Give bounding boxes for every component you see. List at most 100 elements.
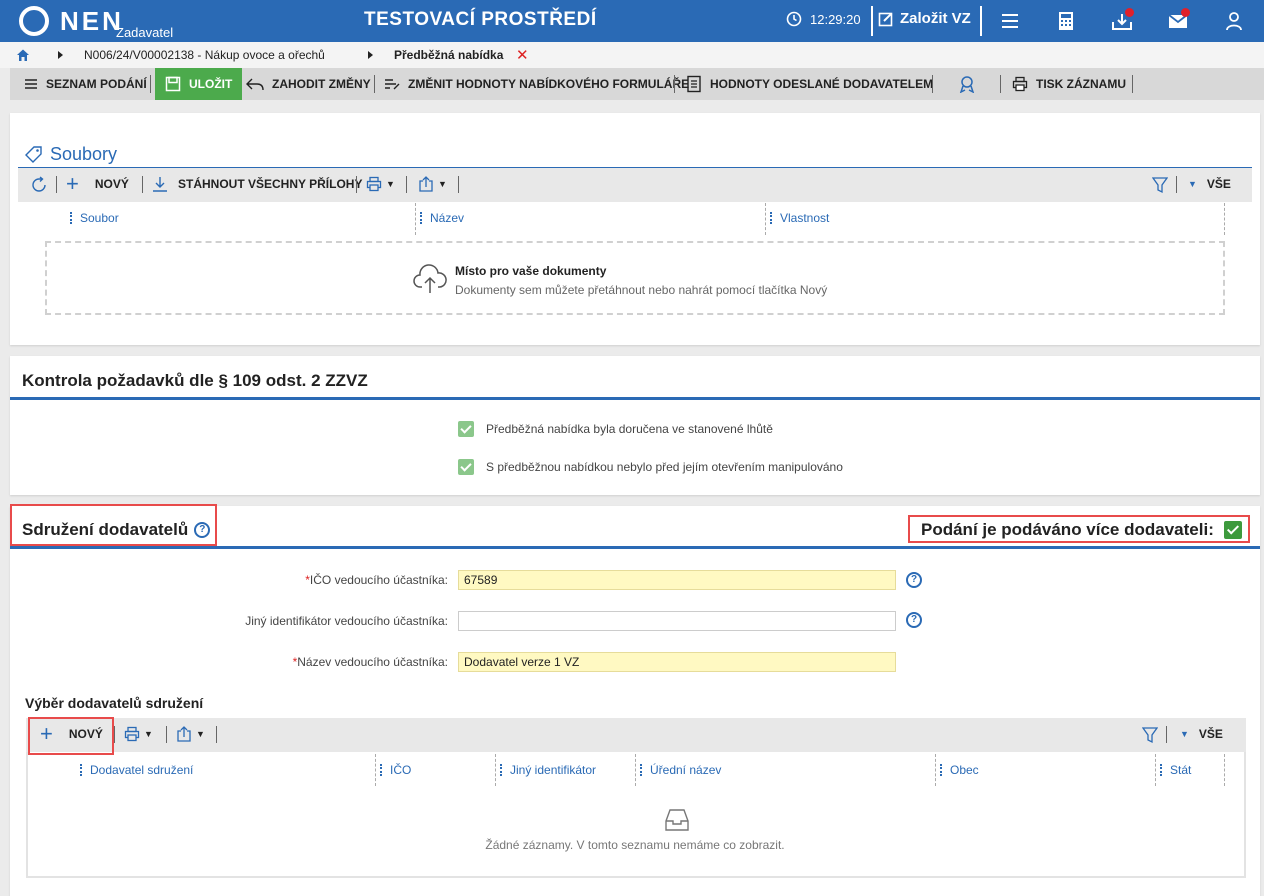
- divider: [980, 6, 982, 36]
- divider: [674, 75, 675, 93]
- column-header-vlastnost[interactable]: Vlastnost: [770, 211, 829, 225]
- supplier-selection-title: Výběr dodavatelů sdružení: [25, 695, 204, 711]
- files-title-text: Soubory: [50, 144, 118, 164]
- breadcrumb-current: Předběžná nabídka: [394, 48, 504, 62]
- export-icon: [419, 176, 433, 192]
- home-icon[interactable]: [16, 48, 30, 62]
- requirements-check-title: Kontrola požadavků dle § 109 odst. 2 ZZV…: [22, 371, 368, 390]
- print-record-button[interactable]: TISK ZÁZNAMU: [1012, 68, 1126, 100]
- column-menu-icon[interactable]: [770, 212, 772, 224]
- column-header-nazev[interactable]: Název: [420, 211, 464, 225]
- calculator-icon[interactable]: [1054, 9, 1078, 33]
- notification-dot: [1125, 8, 1134, 17]
- leader-name-input[interactable]: [458, 652, 896, 672]
- column-divider: [765, 203, 766, 235]
- multiple-suppliers-toggle[interactable]: Podání je podáváno více dodavateli:: [921, 520, 1242, 540]
- divider: [1132, 75, 1133, 93]
- help-icon[interactable]: ?: [906, 572, 922, 588]
- logo-text: NEN: [60, 6, 124, 36]
- files-filter-all-label: VŠE: [1206, 177, 1231, 191]
- divider: [374, 75, 375, 93]
- checkbox-checked-icon: [458, 459, 474, 475]
- plus-icon: +: [66, 171, 79, 196]
- help-icon[interactable]: ?: [194, 522, 211, 538]
- multiple-suppliers-label: Podání je podáváno více dodavateli:: [921, 520, 1214, 539]
- print-icon: [124, 726, 140, 742]
- supplier-sent-values-button[interactable]: HODNOTY ODESLANÉ DODAVATELEM: [686, 68, 933, 100]
- column-menu-icon[interactable]: [420, 212, 422, 224]
- list-icon: [25, 79, 37, 89]
- notification-dot: [1181, 8, 1190, 17]
- column-header-label: Název: [430, 211, 465, 225]
- divider: [216, 726, 217, 743]
- divider: [406, 176, 407, 193]
- menu-icon[interactable]: [998, 9, 1022, 33]
- supplier-export-menu[interactable]: ▼: [176, 718, 205, 750]
- supplier-print-menu[interactable]: ▼: [124, 718, 153, 750]
- save-button[interactable]: ULOŽIT: [155, 68, 243, 100]
- divider: [458, 176, 459, 193]
- action-toolbar: SEZNAM PODÁNÍ ULOŽIT ZAHODIT ZMĚNY ZMĚNI…: [10, 68, 1264, 100]
- leader-ico-input[interactable]: [458, 570, 896, 590]
- clock-time: 12:29:20: [810, 11, 861, 27]
- column-header-soubor[interactable]: Soubor: [70, 211, 119, 225]
- clock-icon: [786, 11, 802, 27]
- award-button[interactable]: [958, 68, 976, 100]
- filter-icon[interactable]: [1142, 726, 1158, 744]
- divider: [150, 75, 151, 93]
- supplier-filter-all[interactable]: ▼ VŠE: [1180, 718, 1223, 750]
- list-edit-icon: [385, 79, 400, 90]
- supplier-sent-values-label: HODNOTY ODESLANÉ DODAVATELEM: [710, 77, 934, 91]
- multiple-suppliers-checkbox[interactable]: [1223, 521, 1242, 539]
- create-vz-label: Založit VZ: [900, 10, 971, 27]
- create-vz-button[interactable]: Založit VZ: [878, 10, 971, 27]
- divider: [166, 726, 167, 743]
- caret-down-icon: ▼: [144, 729, 153, 739]
- list-submissions-button[interactable]: SEZNAM PODÁNÍ: [24, 68, 147, 100]
- list-submissions-label: SEZNAM PODÁNÍ: [46, 77, 147, 91]
- file-dropzone[interactable]: Místo pro vaše dokumenty Dokumenty sem m…: [45, 241, 1225, 315]
- dropzone-title: Místo pro vaše dokumenty: [455, 264, 607, 278]
- download-all-button[interactable]: STÁHNOUT VŠECHNY PŘÍLOHY: [152, 168, 362, 200]
- supplier-grid-toolbar: + NOVÝ ▼ ▼ ▼ VŠE: [26, 718, 1246, 752]
- files-export-menu[interactable]: ▼: [418, 168, 447, 200]
- document-icon: [687, 75, 701, 93]
- save-label: ULOŽIT: [189, 77, 233, 91]
- discard-changes-button[interactable]: ZAHODIT ZMĚNY: [246, 68, 371, 100]
- nen-logo-icon[interactable]: [18, 5, 50, 37]
- help-icon[interactable]: ?: [906, 612, 922, 628]
- files-new-button[interactable]: + NOVÝ: [66, 168, 129, 200]
- supplier-grid-body: [26, 752, 1246, 878]
- column-divider: [415, 203, 416, 235]
- check-item-deadline: Předběžná nabídka byla doručena ve stano…: [458, 421, 773, 437]
- supplier-filter-all-label: VŠE: [1198, 727, 1223, 741]
- close-tab-icon[interactable]: ✕: [516, 46, 529, 64]
- leader-other-id-label: Jiný identifikátor vedoucího účastníka:: [245, 614, 448, 628]
- change-form-values-button[interactable]: ZMĚNIT HODNOTY NABÍDKOVÉHO FORMULÁŘE: [384, 68, 689, 100]
- divider: [114, 726, 115, 743]
- files-filter-all[interactable]: ▼ VŠE: [1188, 168, 1231, 200]
- print-record-label: TISK ZÁZNAMU: [1036, 77, 1126, 91]
- check-item-tampering: S předběžnou nabídkou nebylo před jejím …: [458, 459, 843, 475]
- column-header-label: Soubor: [80, 211, 119, 225]
- caret-down-icon: ▼: [438, 179, 447, 189]
- divider: [10, 397, 1260, 400]
- filter-icon[interactable]: [1152, 176, 1168, 194]
- refresh-icon[interactable]: [30, 176, 48, 194]
- files-print-menu[interactable]: ▼: [366, 168, 395, 200]
- award-icon: [959, 76, 975, 93]
- column-divider: [1224, 203, 1225, 235]
- breadcrumb-item[interactable]: N006/24/V00002138 - Nákup ovoce a ořechů: [84, 48, 325, 62]
- check-item-label: Předběžná nabídka byla doručena ve stano…: [486, 422, 773, 436]
- download-icon: [153, 177, 167, 192]
- column-menu-icon[interactable]: [70, 212, 72, 224]
- divider: [1176, 176, 1177, 193]
- session-clock: 12:29:20: [786, 11, 861, 27]
- undo-icon: [246, 78, 264, 91]
- files-title: Soubory: [24, 144, 117, 165]
- user-icon[interactable]: [1222, 9, 1246, 33]
- save-icon: [165, 76, 181, 92]
- leader-other-id-input[interactable]: [458, 611, 896, 631]
- caret-down-icon: ▼: [196, 729, 205, 739]
- association-title: Sdružení dodavatelů ?: [22, 520, 211, 540]
